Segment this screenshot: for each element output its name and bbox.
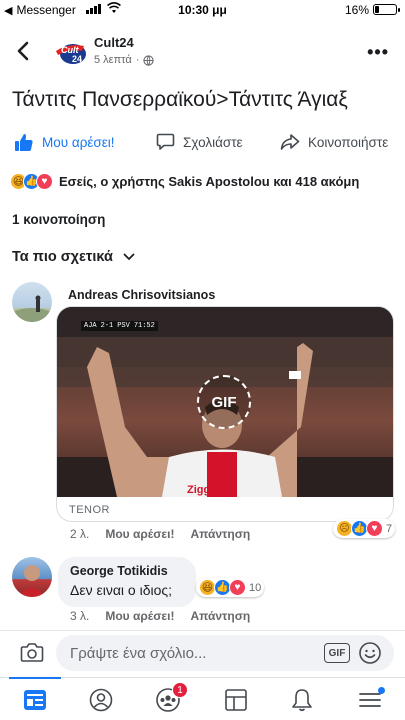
comment-time: 3 λ. xyxy=(70,609,90,623)
battery-percent: 16% xyxy=(344,3,369,17)
gif-play-badge[interactable]: GIF xyxy=(197,375,251,429)
score-bug: AJA 2-1 PSV 71:52 xyxy=(81,321,158,331)
more-options-icon[interactable]: ••• xyxy=(367,42,389,63)
comment-author[interactable]: George Totikidis xyxy=(70,564,184,578)
avatar-photo xyxy=(12,295,52,322)
comment-like-button[interactable]: Μου αρέσει! xyxy=(105,527,174,541)
comment-input[interactable]: Γράψτε ένα σχόλιο... GIF xyxy=(56,635,394,671)
shares-count[interactable]: 1 κοινοποίηση xyxy=(12,212,105,227)
bottom-tab-bar: 1 xyxy=(0,677,405,720)
post-actions: Μου αρέσει! Σχολιάστε Κοινοποιήστε xyxy=(0,126,405,158)
share-button[interactable]: Κοινοποιήστε xyxy=(280,126,388,158)
love-reaction-icon: ♥ xyxy=(229,579,246,596)
comment-meta: 3 λ. Μου αρέσει! Απάντηση xyxy=(70,609,250,623)
svg-text:Ziggo: Ziggo xyxy=(187,484,217,496)
tab-menu[interactable] xyxy=(340,678,400,720)
comment-composer: Γράψτε ένα σχόλιο... GIF xyxy=(0,630,405,674)
comment-placeholder: Γράψτε ένα σχόλιο... xyxy=(70,645,207,662)
comment-text: Δεν ειναι ο ιδιος; xyxy=(70,582,173,598)
reaction-count: 10 xyxy=(249,581,262,594)
tab-pages[interactable] xyxy=(206,678,266,720)
menu-icon xyxy=(359,692,381,707)
comment-author[interactable]: Andreas Chrisovitsianos xyxy=(68,288,215,302)
post-time: 5 λεπτά xyxy=(94,54,132,66)
comment-reply-button[interactable]: Απάντηση xyxy=(190,527,250,541)
comment-icon xyxy=(156,133,175,150)
gif-button[interactable]: GIF xyxy=(324,643,350,663)
comment-reply-button[interactable]: Απάντηση xyxy=(190,609,250,623)
comment-button[interactable]: Σχολιάστε xyxy=(156,126,243,158)
back-icon[interactable] xyxy=(14,40,32,62)
news-feed-icon xyxy=(24,689,46,710)
tab-profile[interactable] xyxy=(71,678,131,720)
post-meta: 5 λεπτά · xyxy=(94,54,155,66)
page-name[interactable]: Cult24 xyxy=(94,35,134,50)
status-bar: ◀ Messenger 10:30 μμ 16% xyxy=(0,0,405,20)
svg-text:24: 24 xyxy=(72,54,82,64)
share-label: Κοινοποιήστε xyxy=(308,134,389,150)
bell-icon xyxy=(292,688,312,711)
reaction-icons: 😆 👍 ♥ xyxy=(10,172,53,190)
comment-sort[interactable]: Τα πιο σχετικά xyxy=(12,249,135,265)
profile-icon xyxy=(89,688,113,711)
love-reaction-icon: ♥ xyxy=(36,172,53,190)
page-logo[interactable]: Cult 24 xyxy=(54,37,88,67)
comment-reactions[interactable]: ☹ 👍 ♥ 7 xyxy=(333,519,396,538)
comment-meta: 2 λ. Μου αρέσει! Απάντηση xyxy=(70,527,250,541)
camera-icon[interactable] xyxy=(20,641,44,663)
gif-attachment[interactable]: Ziggo AJA 2-1 PSV 71:52 GIF TENOR xyxy=(56,306,394,522)
tab-notifications[interactable] xyxy=(272,678,332,720)
sort-label: Τα πιο σχετικά xyxy=(12,249,113,265)
love-reaction-icon: ♥ xyxy=(366,520,383,537)
comment-reactions[interactable]: 😆 👍 ♥ 10 xyxy=(196,578,265,597)
reaction-count: 7 xyxy=(386,522,393,535)
avatar[interactable] xyxy=(12,557,52,597)
avatar-photo xyxy=(18,565,46,597)
emoji-icon[interactable] xyxy=(358,641,382,665)
battery-icon xyxy=(373,4,400,15)
comment-time: 2 λ. xyxy=(70,527,90,541)
gif-source: TENOR xyxy=(69,504,110,516)
chevron-down-icon xyxy=(123,253,135,261)
reactions-text: Εσείς, ο χρήστης Sakis Apostolou και 418… xyxy=(59,173,360,189)
comment-like-button[interactable]: Μου αρέσει! xyxy=(105,609,174,623)
comment-bubble: George Totikidis Δεν ειναι ο ιδιος; xyxy=(58,557,196,607)
gif-image: Ziggo AJA 2-1 PSV 71:52 GIF xyxy=(57,307,393,497)
post-title: Τάντιτς Πανσερραϊκού>Τάντιτς Άγιαξ xyxy=(12,88,348,111)
reactions-summary[interactable]: 😆 👍 ♥ Εσείς, ο χρήστης Sakis Apostolou κ… xyxy=(10,170,359,192)
pages-icon xyxy=(225,688,247,711)
like-label: Μου αρέσει! xyxy=(42,134,115,150)
thumbs-up-icon xyxy=(15,133,33,151)
post-header: Cult 24 Cult24 5 λεπτά · ••• xyxy=(0,28,405,78)
tab-groups[interactable]: 1 xyxy=(138,678,198,720)
groups-notification-badge: 1 xyxy=(172,682,188,698)
globe-icon xyxy=(143,54,155,66)
like-button[interactable]: Μου αρέσει! xyxy=(14,126,115,158)
avatar[interactable] xyxy=(12,282,52,322)
menu-indicator-dot xyxy=(378,687,385,694)
tab-news-feed[interactable] xyxy=(5,677,65,720)
comment-label: Σχολιάστε xyxy=(183,134,243,150)
share-icon xyxy=(280,134,300,150)
